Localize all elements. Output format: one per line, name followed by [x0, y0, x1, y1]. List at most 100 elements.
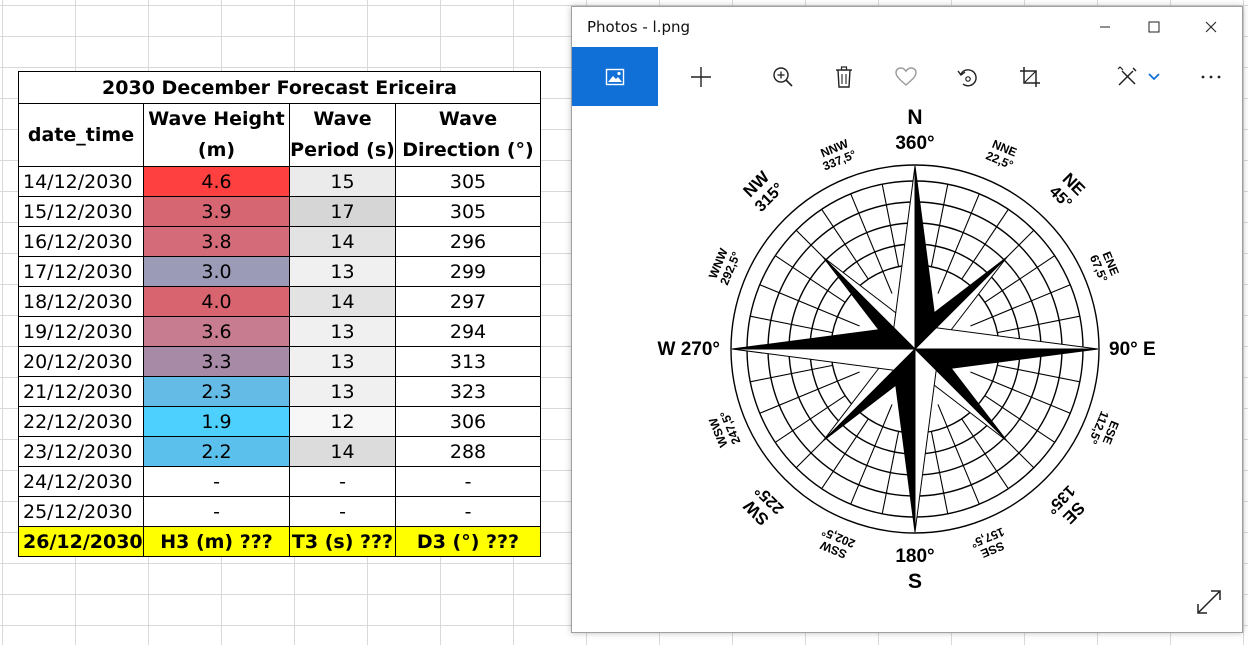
cell-wave-height[interactable]: H3 (m) ???	[143, 526, 290, 557]
cell-wave-direction[interactable]: -	[395, 496, 541, 527]
cell-wave-period[interactable]: -	[289, 496, 396, 527]
grid-spoke	[997, 364, 1080, 383]
grid-spoke	[750, 315, 833, 334]
close-icon	[1205, 21, 1217, 33]
cell-date[interactable]: 23/12/2030	[18, 436, 144, 467]
cell-date[interactable]: 16/12/2030	[18, 226, 144, 257]
table-row: 25/12/2030- - -	[18, 496, 541, 527]
cell-date[interactable]: 17/12/2030	[18, 256, 144, 287]
photos-window: Photos - l.png N 360° 180° S 90° E W 270…	[571, 6, 1243, 633]
cell-date[interactable]: 24/12/2030	[18, 466, 144, 497]
cell-wave-direction[interactable]: 305	[395, 196, 541, 227]
cell-wave-height[interactable]: 3.3	[143, 346, 290, 377]
cell-wave-period[interactable]: -	[289, 466, 396, 497]
cell-wave-height[interactable]: 3.0	[143, 256, 290, 287]
table-row: 16/12/2030 3.8 14 296	[18, 226, 541, 257]
table-row: 18/12/2030 4.0 14 297	[18, 286, 541, 317]
cell-wave-height[interactable]: 2.2	[143, 436, 290, 467]
label-nne-group: NNE 22,5°	[984, 137, 1019, 172]
cell-wave-height[interactable]: 4.0	[143, 286, 290, 317]
cell-date[interactable]: 21/12/2030	[18, 376, 144, 407]
label-south: S	[908, 570, 922, 593]
cell-wave-height[interactable]: 2.3	[143, 376, 290, 407]
title-bar[interactable]: Photos - l.png	[572, 7, 1242, 47]
cell-wave-period[interactable]: 13	[289, 256, 396, 287]
cell-date[interactable]: 19/12/2030	[18, 316, 144, 347]
window-title: Photos - l.png	[587, 18, 691, 36]
header-wave-height-line1: Wave Height	[148, 108, 285, 130]
header-wave-height[interactable]: Wave Height (m)	[143, 103, 290, 167]
forecast-table: 2030 December Forecast Ericeira date_tim…	[18, 71, 541, 557]
heart-icon	[895, 66, 917, 86]
cell-date[interactable]: 25/12/2030	[18, 496, 144, 527]
maximize-icon	[1148, 21, 1160, 33]
label-nnw-group: NNW 337,5°	[819, 136, 859, 173]
cell-wave-direction[interactable]: 323	[395, 376, 541, 407]
cell-date[interactable]: 26/12/2030	[18, 526, 144, 557]
cell-wave-direction[interactable]: D3 (°) ???	[395, 526, 541, 557]
view-image-button[interactable]	[572, 47, 658, 106]
cell-wave-period[interactable]: 15	[289, 166, 396, 197]
header-wave-direction[interactable]: Wave Direction (°)	[395, 103, 541, 167]
edit-draw-icon	[1117, 65, 1137, 86]
grid-spoke	[997, 315, 1080, 334]
table-row: 15/12/2030 3.9 17 305	[18, 196, 541, 227]
label-wsw-group: WSW 247,5°	[706, 409, 744, 450]
favorite-button[interactable]	[884, 47, 928, 106]
cell-wave-direction[interactable]: 288	[395, 436, 541, 467]
expand-icon	[1197, 590, 1221, 614]
cell-wave-period[interactable]: 14	[289, 286, 396, 317]
cell-date[interactable]: 20/12/2030	[18, 346, 144, 377]
cell-wave-height[interactable]: 1.9	[143, 406, 290, 437]
cell-wave-direction[interactable]: 294	[395, 316, 541, 347]
cell-date[interactable]: 15/12/2030	[18, 196, 144, 227]
cell-wave-direction[interactable]: 306	[395, 406, 541, 437]
cell-wave-period[interactable]: 13	[289, 346, 396, 377]
cell-wave-direction[interactable]: 299	[395, 256, 541, 287]
cell-wave-period[interactable]: 14	[289, 226, 396, 257]
cell-wave-period[interactable]: 14	[289, 436, 396, 467]
cell-wave-height[interactable]: 3.9	[143, 196, 290, 227]
edit-create-dropdown[interactable]	[1139, 47, 1169, 106]
cell-wave-direction[interactable]: 305	[395, 166, 541, 197]
add-button[interactable]	[679, 47, 723, 106]
cell-wave-period[interactable]: T3 (s) ???	[289, 526, 396, 557]
table-title[interactable]: 2030 December Forecast Ericeira	[18, 71, 541, 104]
cell-wave-height[interactable]: 4.6	[143, 166, 290, 197]
more-button[interactable]	[1189, 47, 1233, 106]
cell-date[interactable]: 22/12/2030	[18, 406, 144, 437]
crop-button[interactable]	[1008, 47, 1052, 106]
header-wave-period-line2: Period (s)	[290, 139, 395, 161]
close-button[interactable]	[1188, 7, 1234, 47]
cell-wave-direction[interactable]: 313	[395, 346, 541, 377]
cell-date[interactable]: 18/12/2030	[18, 286, 144, 317]
cell-wave-period[interactable]: 12	[289, 406, 396, 437]
cell-wave-period[interactable]: 13	[289, 376, 396, 407]
maximize-button[interactable]	[1131, 7, 1177, 47]
zoom-in-icon	[773, 66, 793, 87]
table-row: 14/12/2030 4.6 15 305	[18, 166, 541, 197]
rotate-button[interactable]	[946, 47, 990, 106]
table-row-target: 26/12/2030 H3 (m) ??? T3 (s) ??? D3 (°) ???	[18, 526, 541, 557]
cell-wave-height[interactable]: 3.6	[143, 316, 290, 347]
cell-wave-direction[interactable]: 297	[395, 286, 541, 317]
cell-wave-height[interactable]: 3.8	[143, 226, 290, 257]
table-row: 20/12/2030 3.3 13 313	[18, 346, 541, 377]
delete-button[interactable]	[822, 47, 866, 106]
zoom-in-button[interactable]	[761, 47, 805, 106]
cell-date[interactable]: 14/12/2030	[18, 166, 144, 197]
fullscreen-button[interactable]	[1194, 587, 1224, 617]
cell-wave-period[interactable]: 13	[289, 316, 396, 347]
cell-wave-height[interactable]: -	[143, 496, 290, 527]
cell-wave-period[interactable]: 17	[289, 196, 396, 227]
minimize-button[interactable]	[1082, 7, 1128, 47]
header-wave-period[interactable]: Wave Period (s)	[289, 103, 396, 167]
cell-wave-height[interactable]: -	[143, 466, 290, 497]
label-northwest-group: NW 315°	[740, 167, 788, 216]
label-north-degrees: 360°	[895, 133, 934, 154]
header-date[interactable]: date_time	[18, 103, 144, 167]
cell-wave-direction[interactable]: -	[395, 466, 541, 497]
add-icon	[691, 66, 711, 87]
table-row: 17/12/2030 3.0 13 299	[18, 256, 541, 287]
cell-wave-direction[interactable]: 296	[395, 226, 541, 257]
